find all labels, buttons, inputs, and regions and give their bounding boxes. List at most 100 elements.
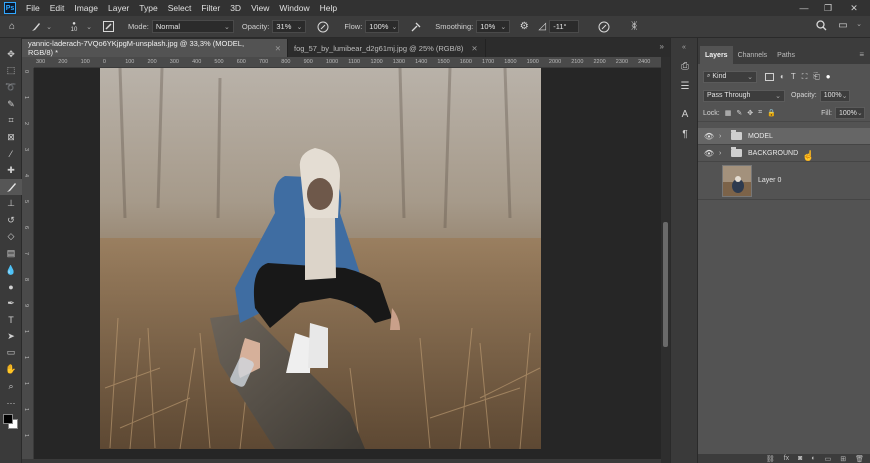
menu-image[interactable]: Image: [69, 0, 103, 16]
airbrush-icon[interactable]: [405, 21, 427, 33]
history-brush-icon[interactable]: ↺: [0, 212, 22, 229]
lock-pixels-icon[interactable]: ✎: [736, 109, 742, 117]
type-icon[interactable]: T: [0, 312, 22, 329]
filter-kind-select[interactable]: ⌕ Kind ⌄: [703, 70, 757, 83]
tab-document-1[interactable]: yannic-laderach-7VQo6YKjpgM-unsplash.jpg…: [22, 39, 288, 57]
path-select-icon[interactable]: ➤: [0, 328, 22, 345]
quick-select-icon[interactable]: ✎: [0, 96, 22, 113]
filter-toggle-icon[interactable]: ●: [826, 72, 831, 81]
filter-shape-icon[interactable]: ⛶: [802, 72, 808, 82]
panel-menu-icon[interactable]: ≡: [859, 50, 864, 59]
layer-opacity-field[interactable]: 100% ⌄: [819, 89, 850, 102]
chevron-down-icon[interactable]: ⌄: [84, 23, 94, 31]
smoothing-options-gear-icon[interactable]: ⚙: [513, 21, 535, 32]
pressure-opacity-icon[interactable]: [312, 21, 334, 33]
layer-blend-mode-select[interactable]: Pass Through ⌄: [703, 89, 785, 102]
menu-type[interactable]: Type: [134, 0, 162, 16]
tab-layers[interactable]: Layers: [700, 46, 733, 64]
close-window-button[interactable]: ✕: [844, 0, 864, 16]
restore-button[interactable]: ❐: [818, 0, 838, 16]
healing-icon[interactable]: ✚: [0, 162, 22, 179]
layer-row-model[interactable]: 👁 › MODEL: [698, 128, 870, 145]
menu-window[interactable]: Window: [274, 0, 314, 16]
frame-icon[interactable]: ⊠: [0, 129, 22, 146]
symmetry-butterfly-icon[interactable]: ᛤ: [623, 21, 645, 32]
lock-artboard-icon[interactable]: ⌗: [758, 109, 762, 117]
filter-adjustment-icon[interactable]: ◐: [780, 72, 785, 81]
smoothing-field[interactable]: 10% ⌄: [476, 20, 511, 33]
character-icon[interactable]: A: [671, 104, 699, 124]
menu-3d[interactable]: 3D: [225, 0, 246, 16]
add-mask-icon[interactable]: ◙: [798, 455, 802, 462]
opacity-field[interactable]: 31% ⌄: [272, 20, 307, 33]
horizontal-ruler[interactable]: 300 200 100 0 100 200 300 400 500 600 700 800 900 100…: [34, 57, 661, 68]
brush-size-picker[interactable]: ● 10: [64, 21, 84, 33]
lock-all-icon[interactable]: 🔒: [767, 109, 776, 117]
lock-position-icon[interactable]: ✥: [747, 109, 753, 117]
paragraph-icon[interactable]: ¶: [671, 124, 699, 144]
minimize-button[interactable]: —: [794, 0, 814, 16]
vertical-ruler[interactable]: 0 1 2 3 4 5 6 7 8 9 1 1 1 1 1: [22, 68, 34, 463]
lasso-icon[interactable]: ➰: [0, 79, 22, 96]
chevron-right-icon[interactable]: ›: [719, 150, 727, 157]
layer-row-background[interactable]: 👁 › BACKGROUND ☝: [698, 145, 870, 162]
marquee-icon[interactable]: ⬚: [0, 63, 22, 80]
zoom-icon[interactable]: ⌕: [0, 378, 22, 395]
flow-field[interactable]: 100% ⌄: [365, 20, 400, 33]
new-layer-icon[interactable]: ⊞: [840, 455, 846, 463]
ruler-origin[interactable]: [22, 57, 34, 68]
home-icon[interactable]: ⌂: [2, 21, 22, 32]
tab-channels[interactable]: Channels: [733, 46, 773, 64]
menu-view[interactable]: View: [246, 0, 274, 16]
eyedropper-icon[interactable]: ⁄: [0, 146, 22, 163]
blur-icon[interactable]: 💧: [0, 262, 22, 279]
menu-help[interactable]: Help: [315, 0, 342, 16]
gradient-icon[interactable]: ▤: [0, 245, 22, 262]
foreground-color-swatch[interactable]: [3, 414, 13, 425]
chevron-down-icon[interactable]: ⌄: [44, 23, 54, 31]
new-group-icon[interactable]: ▭: [825, 455, 832, 463]
clone-stamp-icon[interactable]: ⊥: [0, 195, 22, 212]
menu-select[interactable]: Select: [163, 0, 197, 16]
rectangle-icon[interactable]: ▭: [0, 345, 22, 362]
dodge-icon[interactable]: ●: [0, 278, 22, 295]
close-icon[interactable]: ✕: [471, 44, 477, 53]
filter-type-icon[interactable]: T: [791, 72, 796, 81]
collapse-icon[interactable]: «: [671, 38, 697, 56]
scrollbar-thumb[interactable]: [663, 222, 668, 347]
new-adjustment-icon[interactable]: ◐: [811, 455, 815, 462]
chevron-right-icon[interactable]: ›: [719, 133, 727, 140]
brush-angle-field[interactable]: -11°: [549, 20, 580, 33]
eraser-icon[interactable]: ◇: [0, 229, 22, 246]
pen-icon[interactable]: ✒: [0, 295, 22, 312]
menu-edit[interactable]: Edit: [45, 0, 70, 16]
visibility-eye-icon[interactable]: 👁: [702, 132, 716, 141]
move-icon[interactable]: ✥: [0, 46, 22, 63]
fill-field[interactable]: 100% ⌄: [835, 107, 865, 119]
menu-layer[interactable]: Layer: [103, 0, 134, 16]
tab-overflow-icon[interactable]: »: [660, 42, 664, 51]
search-icon[interactable]: [812, 20, 830, 31]
pressure-size-icon[interactable]: [593, 21, 615, 33]
layer-name-background[interactable]: BACKGROUND: [748, 150, 798, 157]
adjustments-icon[interactable]: ☰: [671, 76, 699, 96]
color-swatches[interactable]: [0, 411, 21, 435]
filter-smart-object-icon[interactable]: ⎗: [813, 72, 819, 82]
lock-transparent-icon[interactable]: ▦: [725, 109, 732, 117]
photoshop-logo[interactable]: Ps: [4, 2, 16, 14]
close-icon[interactable]: ✕: [275, 44, 281, 53]
brush-tool-preset-icon[interactable]: [28, 21, 44, 33]
tab-paths[interactable]: Paths: [772, 46, 800, 64]
more-icon[interactable]: ···: [0, 394, 22, 411]
filter-pixel-icon[interactable]: [765, 72, 774, 81]
brush-settings-panel-icon[interactable]: [100, 21, 116, 32]
layer-name-model[interactable]: MODEL: [748, 133, 773, 140]
hand-icon[interactable]: ✋: [0, 361, 22, 378]
menu-filter[interactable]: Filter: [196, 0, 225, 16]
menu-file[interactable]: File: [21, 0, 45, 16]
chevron-down-icon[interactable]: ⌄: [852, 20, 866, 28]
add-style-icon[interactable]: fx: [784, 455, 789, 462]
delete-layer-icon[interactable]: 🗑: [855, 455, 864, 463]
document-canvas-photo[interactable]: [100, 68, 541, 449]
layer-row-layer-0[interactable]: Layer 0: [698, 162, 870, 200]
